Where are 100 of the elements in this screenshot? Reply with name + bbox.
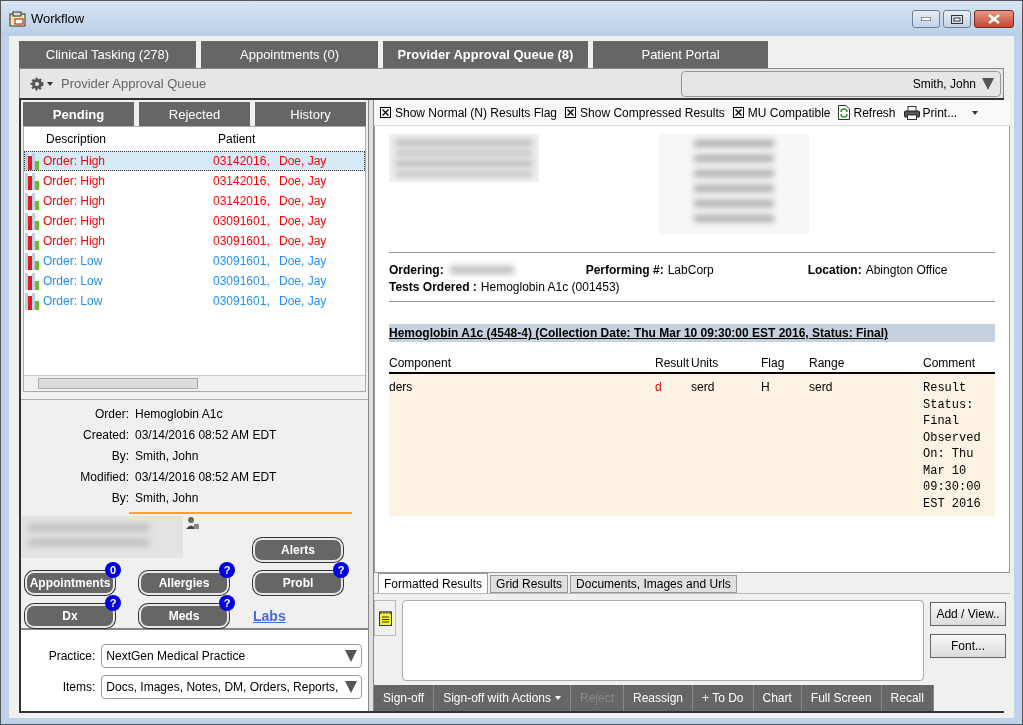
- close-button[interactable]: [974, 10, 1014, 28]
- status-bars-icon: [25, 192, 39, 210]
- queue-row[interactable]: Order: High 03091601, Doe, Jay: [24, 231, 365, 251]
- field-value: Hemoglobin A1c: [135, 406, 223, 421]
- dropdown-arrow-icon: [345, 680, 357, 694]
- queue-row[interactable]: Order: Low 03091601, Doe, Jay: [24, 251, 365, 271]
- horizontal-scrollbar[interactable]: [24, 375, 365, 391]
- field-label: By:: [110, 490, 129, 505]
- dropdown-arrow-icon: [982, 76, 994, 91]
- pill-button[interactable]: Alerts: [253, 538, 343, 562]
- note-button[interactable]: Font...: [930, 634, 1006, 658]
- description-text: Order: High: [43, 174, 107, 188]
- description-text: Order: High: [43, 154, 107, 168]
- action-button[interactable]: Reassign: [624, 685, 694, 711]
- action-button[interactable]: Recall: [881, 685, 934, 711]
- scrollbar-thumb[interactable]: [38, 378, 198, 389]
- table-cell: H: [761, 374, 809, 516]
- close-icon: [988, 14, 1000, 24]
- maximize-button[interactable]: [943, 10, 971, 28]
- action-button[interactable]: Sign-off: [374, 685, 435, 711]
- note-button[interactable]: Add / View..: [930, 602, 1006, 626]
- queue-row[interactable]: Order: High 03091601, Doe, Jay: [24, 211, 365, 231]
- user-icon: [185, 516, 199, 530]
- action-button[interactable]: + To Do: [693, 685, 754, 711]
- patient-name: Doe, Jay: [279, 174, 327, 188]
- refresh-button[interactable]: Refresh: [838, 105, 896, 120]
- column-header[interactable]: Patient: [218, 132, 256, 146]
- field-value: 03/14/2016 08:52 AM EDT: [135, 427, 277, 442]
- field-label: Location:: [807, 262, 862, 277]
- page-title: Provider Approval Queue: [61, 76, 208, 91]
- queue-row[interactable]: Order: High 03142016, Doe, Jay: [24, 191, 365, 211]
- field-value: Smith, John: [135, 490, 199, 505]
- labs-link[interactable]: Labs: [253, 608, 286, 624]
- checkbox[interactable]: [732, 107, 744, 118]
- field-label: Order:: [94, 406, 129, 421]
- count-badge: 0: [105, 562, 121, 578]
- queue-row[interactable]: Order: Low 03091601, Doe, Jay: [24, 271, 365, 291]
- checkbox-label: Show Compressed Results: [580, 105, 725, 120]
- refresh-icon: [838, 105, 851, 120]
- tab[interactable]: History: [255, 102, 366, 126]
- count-badge: ?: [105, 595, 121, 611]
- field-value: 03/14/2016 08:52 AM EDT: [135, 469, 277, 484]
- tab[interactable]: Formatted Results: [378, 573, 489, 593]
- tab[interactable]: Clinical Tasking (278): [19, 41, 196, 68]
- action-button[interactable]: Chart: [753, 685, 802, 711]
- minimize-icon: [921, 17, 931, 21]
- tab[interactable]: Documents, Images and Urls: [570, 575, 737, 593]
- tab[interactable]: Rejected: [139, 102, 250, 126]
- tab[interactable]: Patient Portal: [593, 41, 768, 68]
- settings-button[interactable]: [30, 76, 53, 91]
- patient-id: 03142016,: [213, 194, 271, 208]
- patient-id: 03091601,: [213, 274, 271, 288]
- tab[interactable]: Provider Approval Queue (8): [383, 41, 588, 68]
- printer-icon: [903, 105, 920, 120]
- section-heading: Hemoglobin A1c (4548-4) (Collection Date: Thu Mar 10 09:30:00 EST 2016, Status: Final): [389, 324, 995, 342]
- field-value: Hemoglobin A1c (001453): [480, 279, 620, 294]
- dropdown[interactable]: NextGen Medical Practice: [101, 644, 362, 668]
- status-bars-icon: [25, 292, 39, 310]
- action-button[interactable]: Full Screen: [801, 685, 882, 711]
- blurred-text: [449, 265, 514, 274]
- print-button[interactable]: Print...: [903, 105, 979, 120]
- tab[interactable]: Pending: [23, 102, 134, 126]
- field-value: Smith, John: [135, 448, 199, 463]
- dropdown[interactable]: Docs, Images, Notes, DM, Orders, Reports,: [101, 675, 362, 699]
- window-title: Workflow: [31, 11, 86, 26]
- tab[interactable]: Appointments (0): [201, 41, 378, 68]
- notes-field[interactable]: [402, 600, 924, 681]
- queue-row[interactable]: Order: High 03142016, Doe, Jay: [24, 171, 365, 191]
- count-badge: ?: [333, 562, 349, 578]
- description-text: Order: High: [43, 234, 107, 248]
- settings-icon: [30, 76, 44, 91]
- patient-selector[interactable]: Smith, John: [681, 70, 1001, 97]
- field-label: By:: [110, 448, 129, 463]
- patient-name: Doe, Jay: [279, 294, 327, 308]
- queue-row[interactable]: Order: High 03142016, Doe, Jay: [24, 151, 365, 171]
- checkbox-checked-icon: [734, 109, 742, 116]
- column-header[interactable]: Description: [46, 132, 218, 146]
- patient-id: 03091601,: [213, 294, 271, 308]
- checkbox-checked-icon: [382, 109, 389, 116]
- minimize-button[interactable]: [912, 10, 940, 28]
- action-button[interactable]: Sign-off with Actions: [434, 685, 571, 711]
- tab[interactable]: Grid Results: [490, 575, 569, 593]
- table-cell: serd: [691, 374, 761, 516]
- caret-icon: [972, 110, 979, 115]
- field-label: Tests Ordered :: [389, 279, 477, 294]
- status-bars-icon: [25, 252, 39, 270]
- field-label: Modified:: [79, 469, 129, 484]
- count-badge: ?: [219, 595, 235, 611]
- queue-row[interactable]: Order: Low 03091601, Doe, Jay: [24, 291, 365, 311]
- checkbox[interactable]: [380, 107, 391, 118]
- patient-name: Doe, Jay: [279, 254, 327, 268]
- description-text: Order: Low: [43, 294, 104, 308]
- field-label: Created:: [81, 427, 129, 442]
- patient-name: Smith, John: [912, 76, 976, 91]
- description-text: Order: Low: [43, 274, 104, 288]
- patient-id: 03091601,: [213, 254, 271, 268]
- checkbox[interactable]: [565, 107, 577, 118]
- table-cell: d: [655, 374, 691, 516]
- notes-button[interactable]: [374, 600, 396, 636]
- description-text: Order: Low: [43, 254, 104, 268]
